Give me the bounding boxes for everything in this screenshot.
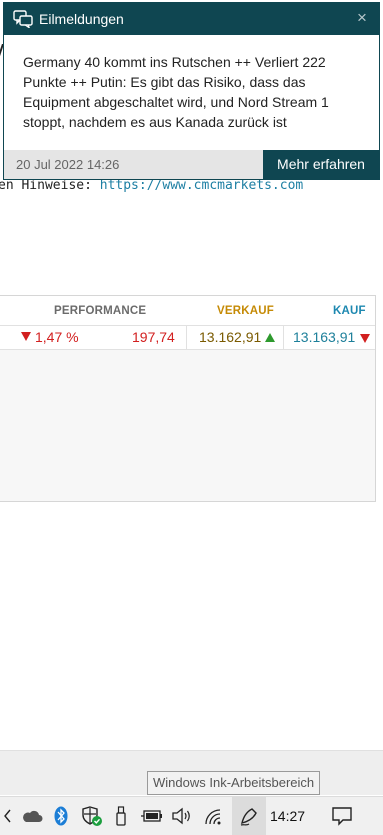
column-divider xyxy=(186,326,187,349)
wifi-icon[interactable] xyxy=(202,797,226,835)
notification-title: Eilmeldungen xyxy=(39,11,124,27)
quote-table: PERFORMANCE VERKAUF KAUF 1,47 % 197,74 1… xyxy=(0,295,376,502)
notification-date: 20 Jul 2022 14:26 xyxy=(16,157,120,172)
read-more-button[interactable]: Mehr erfahren xyxy=(263,150,379,179)
arrow-down-icon xyxy=(360,334,370,343)
column-divider xyxy=(283,326,284,349)
windows-security-icon[interactable] xyxy=(80,797,104,835)
arrow-down-icon xyxy=(21,332,31,341)
header-performance: PERFORMANCE xyxy=(54,305,147,317)
header-sell: VERKAUF xyxy=(217,305,274,317)
buy-price[interactable]: 13.163,91 xyxy=(293,329,355,345)
chat-bubbles-icon xyxy=(13,10,33,28)
tooltip: Windows Ink-Arbeitsbereich xyxy=(147,771,321,795)
taskbar: 14:27 xyxy=(0,796,383,835)
windows-ink-icon[interactable] xyxy=(232,797,266,835)
usb-eject-icon[interactable] xyxy=(112,797,130,835)
chevron-left-icon[interactable] xyxy=(0,797,14,835)
header-buy: KAUF xyxy=(333,305,366,317)
taskbar-clock[interactable]: 14:27 xyxy=(270,797,305,835)
table-row: 1,47 % 197,74 13.162,91 13.163,91 xyxy=(0,326,375,350)
change-percent: 1,47 % xyxy=(21,329,79,345)
notification-center-icon[interactable] xyxy=(328,797,356,835)
onedrive-icon[interactable] xyxy=(20,797,44,835)
disclaimer-line: en Hinweise: https://www.cmcmarkets.com xyxy=(0,178,303,193)
speaker-icon[interactable] xyxy=(170,797,194,835)
breaking-news-notification: Eilmeldungen × Germany 40 kommt ins Ruts… xyxy=(3,2,380,180)
quote-table-header: PERFORMANCE VERKAUF KAUF xyxy=(0,296,375,326)
change-points: 197,74 xyxy=(132,329,175,345)
arrow-up-icon xyxy=(265,333,275,342)
notification-footer: 20 Jul 2022 14:26 Mehr erfahren xyxy=(4,150,379,179)
notification-header: Eilmeldungen × xyxy=(4,3,379,35)
bluetooth-icon[interactable] xyxy=(52,797,70,835)
close-icon[interactable]: × xyxy=(353,8,371,28)
disclaimer-prefix: en Hinweise: xyxy=(0,178,100,193)
notification-message: Germany 40 kommt ins Rutschen ++ Verlier… xyxy=(23,54,329,130)
battery-icon[interactable] xyxy=(140,797,164,835)
disclaimer-link[interactable]: https://www.cmcmarkets.com xyxy=(100,178,304,193)
sell-price[interactable]: 13.162,91 xyxy=(199,329,261,345)
